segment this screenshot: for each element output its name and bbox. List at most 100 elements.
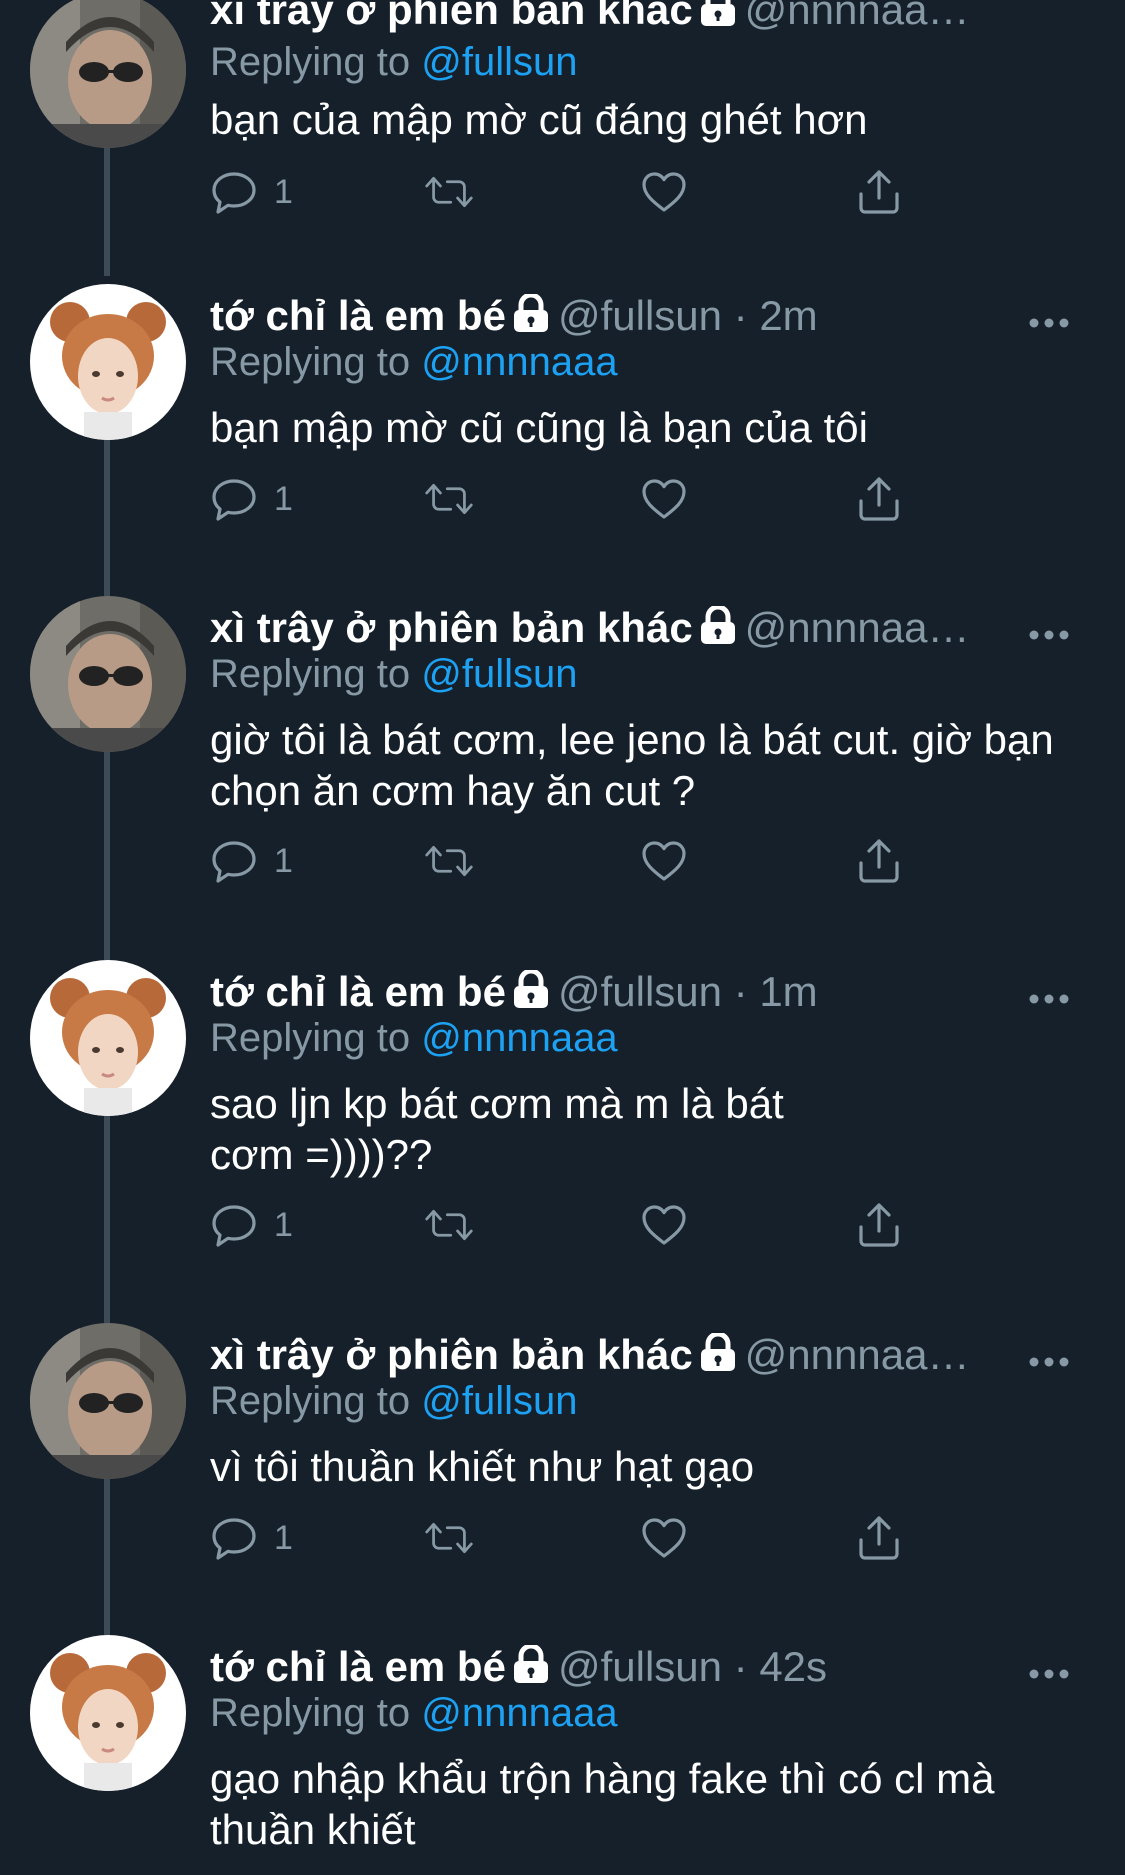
- handle[interactable]: @nnnnaa…: [745, 604, 970, 651]
- display-name[interactable]: xì trây ở phiên bản khác: [210, 0, 693, 33]
- tweet-text: bạn của mập mờ cũ đáng ghét hơn: [210, 96, 868, 143]
- share-icon: [859, 1203, 899, 1247]
- tweet-6[interactable]: tớ chỉ là em bé @fullsun · 42s Replying t…: [0, 1635, 1125, 1875]
- more-icon[interactable]: [1029, 290, 1069, 342]
- tweet-actions: 1: [210, 471, 930, 527]
- more-icon[interactable]: [1029, 966, 1069, 1018]
- reply-button[interactable]: 1: [210, 1510, 293, 1566]
- reply-button[interactable]: 1: [210, 164, 293, 220]
- share-button[interactable]: [855, 471, 903, 527]
- reply-count: 1: [274, 1518, 293, 1557]
- reply-button[interactable]: 1: [210, 471, 293, 527]
- timestamp[interactable]: · 42s: [734, 1643, 827, 1690]
- mention-link[interactable]: @fullsun: [421, 1379, 577, 1423]
- share-button[interactable]: [855, 164, 903, 220]
- lock-icon: [699, 604, 737, 658]
- tweet-actions: 1: [210, 164, 930, 220]
- retweet-button[interactable]: [425, 1510, 473, 1566]
- avatar[interactable]: [30, 596, 186, 752]
- replying-prefix: Replying to: [210, 1016, 411, 1060]
- share-button[interactable]: [855, 833, 903, 889]
- tweet-header: tớ chỉ là em bé @fullsun · 42s: [210, 1641, 1125, 1693]
- more-icon[interactable]: [1029, 1329, 1069, 1381]
- handle[interactable]: @fullsun: [558, 968, 722, 1015]
- replying-to-line: Replying to @fullsun: [210, 36, 577, 88]
- more-icon[interactable]: [1029, 1641, 1069, 1693]
- thread-line: [104, 440, 110, 600]
- display-name[interactable]: xì trây ở phiên bản khác: [210, 1331, 693, 1378]
- tweet-2[interactable]: tớ chỉ là em bé @fullsun · 2m Replying to…: [0, 284, 1125, 600]
- more-icon[interactable]: [1029, 602, 1069, 654]
- heart-icon: [642, 172, 686, 212]
- like-button[interactable]: [640, 1197, 688, 1253]
- display-name[interactable]: tớ chỉ là em bé: [210, 968, 506, 1015]
- tweet-text: sao ljn kp bát cơm mà m là bát cơm =))))…: [210, 1080, 784, 1178]
- like-button[interactable]: [640, 164, 688, 220]
- retweet-icon: [425, 1209, 473, 1241]
- replying-to-line: Replying to @nnnnaaa: [210, 1687, 618, 1739]
- mention-link[interactable]: @fullsun: [421, 652, 577, 696]
- lock-icon: [699, 1331, 737, 1385]
- like-button[interactable]: [640, 1510, 688, 1566]
- replying-to-line: Replying to @nnnnaaa: [210, 1012, 618, 1064]
- replying-prefix: Replying to: [210, 652, 411, 696]
- mention-link[interactable]: @nnnnaaa: [421, 340, 617, 384]
- like-button[interactable]: [640, 471, 688, 527]
- timestamp[interactable]: · 2m: [734, 292, 818, 339]
- retweet-button[interactable]: [425, 833, 473, 889]
- reply-button[interactable]: 1: [210, 833, 293, 889]
- handle[interactable]: @fullsun: [558, 292, 722, 339]
- display-name[interactable]: tớ chỉ là em bé: [210, 292, 506, 339]
- handle[interactable]: @fullsun: [558, 1643, 722, 1690]
- replying-to-line: Replying to @fullsun: [210, 1375, 577, 1427]
- reply-button[interactable]: 1: [210, 1197, 293, 1253]
- tweet-actions: 1: [210, 1197, 930, 1253]
- avatar[interactable]: [30, 960, 186, 1116]
- share-button[interactable]: [855, 1197, 903, 1253]
- reply-count: 1: [274, 1205, 293, 1244]
- mention-link[interactable]: @nnnnaaa: [421, 1016, 617, 1060]
- replying-to-line: Replying to @fullsun: [210, 648, 577, 700]
- timestamp[interactable]: · 1m: [734, 968, 818, 1015]
- share-icon: [859, 170, 899, 214]
- retweet-icon: [425, 483, 473, 515]
- handle[interactable]: @nnnnaa…: [745, 1331, 970, 1378]
- handle[interactable]: @nnnnaa…: [745, 0, 970, 33]
- tweet-header: xì trây ở phiên bản khác @nnnnaa…: [210, 602, 1125, 654]
- retweet-icon: [425, 845, 473, 877]
- tweet-actions: 1: [210, 833, 930, 889]
- share-icon: [859, 839, 899, 883]
- avatar[interactable]: [30, 0, 186, 148]
- reply-icon: [212, 1518, 256, 1560]
- avatar[interactable]: [30, 1323, 186, 1479]
- share-icon: [859, 477, 899, 521]
- tweet-4[interactable]: tớ chỉ là em bé @fullsun · 1m Replying to…: [0, 960, 1125, 1336]
- avatar[interactable]: [30, 1635, 186, 1791]
- mention-link[interactable]: @fullsun: [421, 40, 577, 84]
- avatar[interactable]: [30, 284, 186, 440]
- like-button[interactable]: [640, 833, 688, 889]
- tweet-header: xì trây ở phiên bản khác @nnnnaa…: [210, 0, 1125, 36]
- reply-count: 1: [274, 172, 293, 211]
- retweet-button[interactable]: [425, 471, 473, 527]
- replying-prefix: Replying to: [210, 40, 411, 84]
- tweet-1[interactable]: xì trây ở phiên bản khác @nnnnaa… Replyin…: [0, 0, 1125, 276]
- reply-count: 1: [274, 841, 293, 880]
- tweet-3[interactable]: xì trây ở phiên bản khác @nnnnaa… Replyin…: [0, 596, 1125, 972]
- reply-icon: [212, 172, 256, 214]
- replying-prefix: Replying to: [210, 340, 411, 384]
- mention-link[interactable]: @nnnnaaa: [421, 1691, 617, 1735]
- retweet-button[interactable]: [425, 164, 473, 220]
- replying-to-line: Replying to @nnnnaaa: [210, 336, 618, 388]
- display-name[interactable]: xì trây ở phiên bản khác: [210, 604, 693, 651]
- tweet-5[interactable]: xì trây ở phiên bản khác @nnnnaa… Replyin…: [0, 1323, 1125, 1639]
- retweet-icon: [425, 1522, 473, 1554]
- share-button[interactable]: [855, 1510, 903, 1566]
- heart-icon: [642, 1205, 686, 1245]
- retweet-button[interactable]: [425, 1197, 473, 1253]
- replying-prefix: Replying to: [210, 1379, 411, 1423]
- display-name[interactable]: tớ chỉ là em bé: [210, 1643, 506, 1690]
- tweet-text: gạo nhập khẩu trộn hàng fake thì có cl m…: [210, 1755, 995, 1853]
- reply-icon: [212, 1205, 256, 1247]
- share-icon: [859, 1516, 899, 1560]
